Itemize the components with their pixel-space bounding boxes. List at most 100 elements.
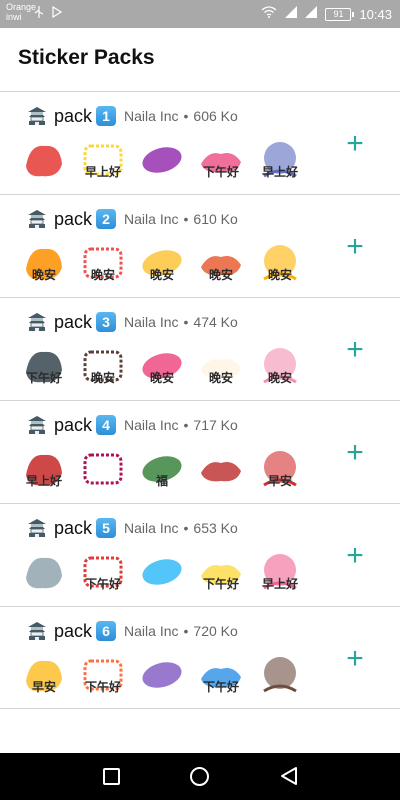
- sticker-thumbnail: 晚安: [20, 239, 68, 287]
- sticker-caption: 晚安: [90, 268, 115, 282]
- add-pack-button[interactable]: +: [340, 438, 370, 469]
- pagoda-icon: [26, 208, 48, 230]
- separator-dot: •: [183, 520, 189, 536]
- sticker-caption: 早安: [31, 680, 56, 694]
- sticker-caption: 早安: [267, 474, 292, 488]
- play-store-icon: [52, 5, 63, 21]
- sticker-thumbnail: 福: [138, 445, 186, 493]
- separator-dot: •: [183, 314, 189, 330]
- navigation-bar: [0, 753, 400, 800]
- clock: 10:43: [359, 6, 392, 22]
- pack-publisher: Naila Inc: [124, 623, 179, 639]
- pack-name: pack: [54, 517, 93, 538]
- pack-publisher: Naila Inc: [124, 314, 179, 330]
- recent-apps-icon[interactable]: [103, 768, 120, 785]
- pack-number-badge: 4: [96, 415, 117, 435]
- carrier-name-2: inwi: [6, 12, 22, 22]
- pack-number-badge: 6: [96, 621, 117, 641]
- pack-size: 653 Ko: [193, 520, 238, 536]
- sticker-caption: 晚安: [149, 371, 174, 385]
- sticker-thumbnail: 早上好: [256, 548, 304, 596]
- pack-number-badge: 3: [96, 312, 117, 332]
- sticker-thumbnail: [256, 651, 304, 699]
- sticker-caption: 下午好: [84, 680, 121, 694]
- sticker-caption: 早上好: [261, 165, 298, 179]
- pack-header: pack 4 Naila Inc • 717 Ko: [26, 413, 238, 437]
- sticker-caption: 早上好: [84, 165, 121, 179]
- page-title: Sticker Packs: [18, 46, 155, 69]
- sticker-thumbnail: 晚安: [256, 342, 304, 390]
- sticker-thumbnail: 下午好: [197, 548, 245, 596]
- pack-number-badge: 5: [96, 518, 117, 538]
- sticker-caption: 下午好: [202, 165, 239, 179]
- status-bar: Orange inwi 91 10:43: [0, 0, 400, 28]
- add-pack-button[interactable]: +: [340, 541, 370, 572]
- pagoda-icon: [26, 620, 48, 642]
- sticker-preview-row: 早安 下午好 下午好: [20, 651, 304, 699]
- signal-icon-1: [285, 5, 298, 23]
- sticker-preview-row: 下午好 晚安 晚安 晚安 晚安: [20, 342, 304, 390]
- sticker-pack-row[interactable]: pack 2 Naila Inc • 610 Ko 晚安 晚安 晚安 晚安 晚安 +: [0, 194, 400, 297]
- sticker-thumbnail: 早安: [256, 445, 304, 493]
- sticker-thumbnail: [197, 445, 245, 493]
- sticker-thumbnail: 下午好: [197, 136, 245, 184]
- carrier-label: Orange inwi: [6, 2, 36, 22]
- sticker-thumbnail: 晚安: [197, 239, 245, 287]
- add-pack-button[interactable]: +: [340, 644, 370, 675]
- back-icon[interactable]: [280, 766, 298, 791]
- sticker-caption: 晚安: [267, 371, 292, 385]
- pagoda-icon: [26, 517, 48, 539]
- sticker-pack-row[interactable]: pack 5 Naila Inc • 653 Ko 下午好 下午好 早上好 +: [0, 503, 400, 606]
- pack-header: pack 3 Naila Inc • 474 Ko: [26, 310, 238, 334]
- separator-dot: •: [183, 211, 189, 227]
- sticker-thumbnail: [20, 136, 68, 184]
- sticker-pack-row[interactable]: pack 6 Naila Inc • 720 Ko 早安 下午好 下午好 +: [0, 606, 400, 709]
- sticker-thumbnail: [79, 445, 127, 493]
- sticker-caption: 下午好: [202, 577, 239, 591]
- sticker-thumbnail: 早安: [20, 651, 68, 699]
- sticker-thumbnail: [138, 548, 186, 596]
- pack-number-badge: 2: [96, 209, 117, 229]
- pack-number-badge: 1: [96, 106, 117, 126]
- sticker-thumbnail: 晚安: [138, 342, 186, 390]
- home-icon[interactable]: [190, 767, 209, 786]
- pagoda-icon: [26, 105, 48, 127]
- sticker-thumbnail: 下午好: [79, 548, 127, 596]
- sticker-caption: 晚安: [267, 268, 292, 282]
- carrier-name-1: Orange: [6, 2, 37, 12]
- pack-size: 720 Ko: [193, 623, 238, 639]
- sticker-caption: 晚安: [208, 371, 233, 385]
- sticker-caption: 晚安: [208, 268, 233, 282]
- pack-header: pack 2 Naila Inc • 610 Ko: [26, 207, 238, 231]
- sticker-caption: 下午好: [84, 577, 121, 591]
- sticker-thumbnail: 下午好: [197, 651, 245, 699]
- sticker-thumbnail: 晚安: [256, 239, 304, 287]
- sticker-thumbnail: 下午好: [79, 651, 127, 699]
- sticker-preview-row: 晚安 晚安 晚安 晚安 晚安: [20, 239, 304, 287]
- sticker-pack-row[interactable]: pack 4 Naila Inc • 717 Ko 早上好 福 早安 +: [0, 400, 400, 503]
- sticker-caption: 晚安: [149, 268, 174, 282]
- pack-size: 474 Ko: [193, 314, 238, 330]
- add-pack-button[interactable]: +: [340, 232, 370, 263]
- sticker-pack-row[interactable]: pack 3 Naila Inc • 474 Ko 下午好 晚安 晚安 晚安 晚安 +: [0, 297, 400, 400]
- battery-icon: 91: [325, 7, 355, 21]
- sticker-thumbnail: [20, 548, 68, 596]
- system-icons: 91 10:43: [261, 5, 392, 23]
- pack-name: pack: [54, 414, 93, 435]
- pack-name: pack: [54, 105, 93, 126]
- add-pack-button[interactable]: +: [340, 129, 370, 160]
- sticker-thumbnail: 晚安: [79, 342, 127, 390]
- pack-size: 717 Ko: [193, 417, 238, 433]
- add-pack-button[interactable]: +: [340, 335, 370, 366]
- sticker-pack-row[interactable]: pack 1 Naila Inc • 606 Ko 早上好 下午好 早上好 +: [0, 91, 400, 194]
- pagoda-icon: [26, 414, 48, 436]
- sticker-caption: 福: [155, 474, 168, 488]
- sticker-thumbnail: 早上好: [20, 445, 68, 493]
- sticker-thumbnail: 早上好: [256, 136, 304, 184]
- separator-dot: •: [183, 108, 189, 124]
- signal-icon-2: [305, 5, 318, 23]
- pack-publisher: Naila Inc: [124, 108, 179, 124]
- pack-publisher: Naila Inc: [124, 520, 179, 536]
- sticker-caption: 下午好: [202, 680, 239, 694]
- sticker-thumbnail: [138, 136, 186, 184]
